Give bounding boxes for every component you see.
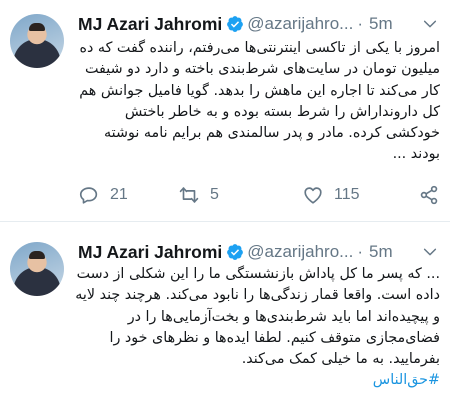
tweet-timestamp[interactable]: 5m (369, 242, 393, 262)
like-button[interactable]: 115 (302, 180, 360, 210)
separator-dot: · (357, 14, 364, 33)
hashtag-link[interactable]: #حق‌الناس (74, 370, 440, 391)
author-name[interactable]: MJ Azari Jahromi (78, 242, 222, 263)
tweet-2[interactable]: MJ Azari Jahromi @azarijahro... · 5m ...… (0, 222, 450, 413)
tweet-actions: 21 5 115 (70, 180, 440, 210)
avatar[interactable] (10, 14, 64, 68)
share-icon (420, 185, 438, 205)
retweet-count: 5 (210, 186, 219, 203)
tweet-text-block: ... که پسر ما کل پاداش بازنشستگی ما را ا… (74, 264, 440, 392)
chevron-down-icon[interactable] (422, 244, 438, 260)
share-button[interactable] (418, 180, 440, 210)
tweet-header: MJ Azari Jahromi @azarijahro... · 5m (78, 12, 440, 36)
reply-button[interactable]: 21 (78, 180, 128, 210)
reply-icon (79, 187, 98, 204)
chevron-down-icon[interactable] (422, 16, 438, 32)
author-name[interactable]: MJ Azari Jahromi (78, 14, 222, 35)
retweet-button[interactable]: 5 (178, 180, 219, 210)
avatar[interactable] (10, 242, 64, 296)
verified-badge-icon (227, 16, 244, 32)
author-handle[interactable]: @azarijahro... (247, 14, 353, 34)
separator-dot: · (357, 242, 364, 261)
like-count: 115 (334, 186, 360, 203)
tweet-text: امروز با یکی از تاکسی اینترنتی‌ها می‌رفت… (79, 40, 440, 163)
tweet-text: ... که پسر ما کل پاداش بازنشستگی ما را ا… (75, 266, 440, 368)
tweet-timestamp[interactable]: 5m (369, 14, 393, 34)
tweet-1[interactable]: MJ Azari Jahromi @azarijahro... · 5m امر… (0, 0, 450, 222)
reply-count: 21 (110, 186, 128, 203)
tweet-header: MJ Azari Jahromi @azarijahro... · 5m (78, 240, 440, 264)
retweet-icon (179, 187, 199, 203)
author-handle[interactable]: @azarijahro... (247, 242, 353, 262)
like-icon (304, 187, 322, 204)
verified-badge-icon (227, 244, 244, 260)
